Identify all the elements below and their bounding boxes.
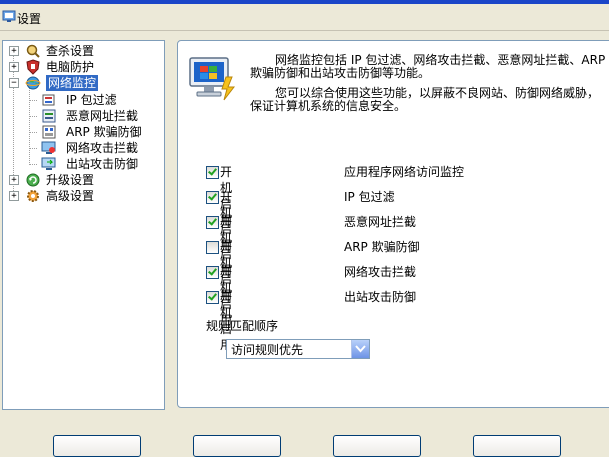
- rule-order-label: 规则匹配顺序: [206, 319, 279, 333]
- tree-item-label: 恶意网址拦截: [66, 109, 139, 123]
- expand-icon[interactable]: +: [9, 62, 19, 72]
- feature-name: IP 包过滤: [344, 190, 395, 204]
- tree-item-label: 升级设置: [46, 173, 95, 187]
- feature-name: 网络攻击拦截: [344, 265, 417, 279]
- feature-name: 出站攻击防御: [344, 290, 417, 304]
- bottom-button[interactable]: [193, 435, 281, 457]
- magnifier-icon: [26, 44, 40, 58]
- collapse-icon[interactable]: −: [9, 78, 19, 88]
- tree-item-label: ARP 欺骗防御: [66, 125, 142, 139]
- window-title: 设置: [17, 12, 42, 26]
- bottom-button[interactable]: [53, 435, 141, 457]
- url-block-icon: [42, 109, 56, 123]
- tree-item-label: IP 包过滤: [66, 93, 117, 107]
- outbound-defense-icon: [41, 157, 56, 170]
- feature-name: 应用程序网络访问监控: [344, 165, 465, 179]
- rule-order-value: 访问规则优先: [231, 343, 304, 357]
- feature-name: ARP 欺骗防御: [344, 240, 420, 254]
- startup-enable-checkbox[interactable]: [206, 266, 219, 279]
- tree-item-label: 查杀设置: [46, 44, 95, 58]
- shield-icon: [26, 59, 40, 75]
- rule-order-select[interactable]: 访问规则优先: [226, 339, 370, 359]
- settings-app-icon: [2, 10, 16, 22]
- tree-item-label: 出站攻击防御: [66, 157, 139, 171]
- settings-tree[interactable]: + 查杀设置 + 电脑防护 − 网络监控 IP 包过滤 恶意网址拦截 ARP 欺…: [2, 40, 165, 410]
- startup-enable-checkbox[interactable]: [206, 166, 219, 179]
- startup-enable-checkbox[interactable]: [206, 291, 219, 304]
- tree-item-label: 网络攻击拦截: [66, 141, 139, 155]
- chevron-down-icon: [355, 345, 366, 353]
- tree-item-label: 电脑防护: [46, 60, 95, 74]
- startup-enable-checkbox[interactable]: [206, 191, 219, 204]
- startup-enable-checkbox[interactable]: [206, 216, 219, 229]
- update-icon: [26, 173, 40, 187]
- expand-icon[interactable]: +: [9, 46, 19, 56]
- network-monitor-monitor-icon: [189, 57, 236, 101]
- tree-item-label: 网络监控: [46, 75, 99, 91]
- advanced-gear-icon: [27, 190, 39, 202]
- ip-filter-icon: [42, 94, 55, 106]
- attack-block-icon: [41, 141, 56, 154]
- title-bar: 设置: [0, 0, 609, 31]
- bottom-button[interactable]: [473, 435, 561, 457]
- network-monitor-panel: 网络监控包括 IP 包过滤、网络攻击拦截、恶意网址拦截、ARP 欺骗防御和出站攻…: [177, 40, 609, 408]
- description-line: 欺骗防御和出站攻击防御等功能。: [250, 66, 431, 80]
- bottom-button[interactable]: [333, 435, 421, 457]
- expand-icon[interactable]: +: [9, 175, 19, 185]
- arp-defense-icon: [42, 125, 56, 139]
- expand-icon[interactable]: +: [9, 191, 19, 201]
- network-globe-icon: [25, 76, 41, 90]
- startup-enable-checkbox[interactable]: [206, 241, 219, 254]
- dropdown-button[interactable]: [351, 340, 369, 358]
- description-line: 保证计算机系统的信息安全。: [250, 99, 407, 113]
- tree-item-label: 高级设置: [46, 189, 95, 203]
- feature-name: 恶意网址拦截: [344, 215, 417, 229]
